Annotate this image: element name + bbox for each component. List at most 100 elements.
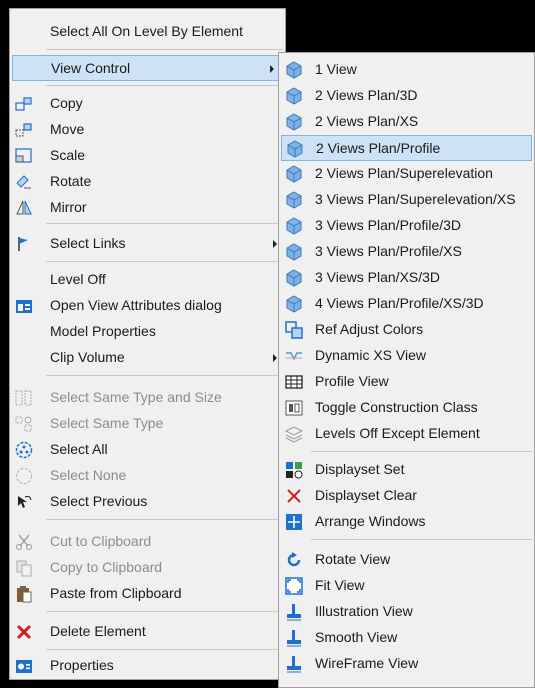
menu-item-label: Smooth View	[315, 629, 398, 645]
submenu-item-displayset-set[interactable]: Displayset Set	[279, 457, 534, 483]
submenu-item-4-views-plan-profile-xs-3d[interactable]: 4 Views Plan/Profile/XS/3D	[279, 291, 534, 317]
menu-item-level-off[interactable]: Level Off	[10, 267, 285, 293]
illustration-view-icon	[287, 604, 301, 621]
menu-item-cut-to-clipboard[interactable]: Cut to Clipboard	[10, 529, 285, 555]
menu-item-copy[interactable]: Copy	[10, 91, 285, 117]
menu-item-label: Clip Volume	[50, 349, 125, 365]
submenu-item-3-views-plan-profile-xs[interactable]: 3 Views Plan/Profile/XS	[279, 239, 534, 265]
menu-item-select-all-on-level[interactable]: Select All On Level By Element	[10, 19, 285, 45]
menu-separator	[46, 519, 283, 520]
menu-item-label: Profile View	[315, 373, 389, 389]
submenu-item-illustration-view[interactable]: Illustration View	[279, 599, 534, 625]
menu-item-label: 2 Views Plan/3D	[315, 87, 418, 103]
submenu-item-rotate-view[interactable]: Rotate View	[279, 547, 534, 573]
arrange-windows-icon	[286, 514, 302, 530]
menu-item-label: Paste from Clipboard	[50, 585, 182, 601]
submenu-item-levels-off-except-element[interactable]: Levels Off Except Element	[279, 421, 534, 447]
select-same-size-icon	[15, 390, 32, 406]
menu-item-select-all[interactable]: Select All	[10, 437, 285, 463]
menu-item-label: 2 Views Plan/Profile	[316, 140, 441, 156]
displayset-set-icon	[286, 462, 303, 479]
menu-item-label: Select Same Type	[50, 415, 164, 431]
menu-item-label: Move	[50, 121, 85, 137]
copy-clipboard-icon	[16, 560, 32, 577]
menu-item-label: 2 Views Plan/Superelevation	[315, 165, 493, 181]
submenu-item-2-views-plan-profile[interactable]: 2 Views Plan/Profile	[281, 135, 532, 161]
menu-item-label: Open View Attributes dialog	[50, 297, 222, 313]
submenu-item-toggle-construction-class[interactable]: Toggle Construction Class	[279, 395, 534, 421]
submenu-item-ref-adjust-colors[interactable]: Ref Adjust Colors	[279, 317, 534, 343]
menu-item-open-view-attributes[interactable]: Open View Attributes dialog	[10, 293, 285, 319]
submenu-item-3-views-plan-profile-3d[interactable]: 3 Views Plan/Profile/3D	[279, 213, 534, 239]
menu-item-select-same-type-size[interactable]: Select Same Type and Size	[10, 385, 285, 411]
submenu-item-2-views-plan-superelevation[interactable]: 2 Views Plan/Superelevation	[279, 161, 534, 187]
menu-item-label: Rotate	[50, 173, 92, 189]
submenu-item-3-views-plan-xs-3d[interactable]: 3 Views Plan/XS/3D	[279, 265, 534, 291]
construction-class-icon	[285, 400, 303, 416]
menu-item-label: 3 Views Plan/Profile/3D	[315, 217, 462, 233]
select-same-type-icon	[15, 416, 32, 432]
submenu-item-profile-view[interactable]: Profile View	[279, 369, 534, 395]
menu-item-label: 3 Views Plan/XS/3D	[315, 269, 441, 285]
menu-item-label: Displayset Clear	[315, 487, 417, 503]
menu-item-label: Rotate View	[315, 551, 391, 567]
menu-item-label: Select Previous	[50, 493, 148, 509]
cube-icon	[286, 87, 302, 105]
move-icon	[15, 123, 32, 137]
menu-item-label: Mirror	[50, 199, 87, 215]
submenu-item-wireframe-view[interactable]: WireFrame View	[279, 651, 534, 677]
menu-item-label: Cut to Clipboard	[50, 533, 152, 549]
rotate-icon	[16, 175, 31, 189]
menu-item-label: Select All	[50, 441, 108, 457]
menu-item-label: Fit View	[315, 577, 365, 593]
menu-item-move[interactable]: Move	[10, 117, 285, 143]
menu-item-paste-from-clipboard[interactable]: Paste from Clipboard	[10, 581, 285, 607]
menu-item-label: Properties	[50, 657, 114, 673]
profile-grid-icon	[285, 375, 303, 389]
menu-item-label: Ref Adjust Colors	[315, 321, 424, 337]
menu-item-clip-volume[interactable]: Clip Volume	[10, 345, 285, 371]
menu-item-view-control[interactable]: View Control	[12, 55, 283, 81]
menu-item-properties[interactable]: Properties	[10, 653, 285, 679]
menu-item-select-previous[interactable]: Select Previous	[10, 489, 285, 515]
submenu-item-arrange-windows[interactable]: Arrange Windows	[279, 509, 534, 535]
menu-item-delete-element[interactable]: Delete Element	[10, 619, 285, 645]
menu-separator	[46, 611, 283, 612]
cube-icon	[286, 243, 302, 261]
view-attributes-icon	[16, 300, 32, 313]
menu-separator	[46, 261, 283, 262]
submenu-item-dynamic-xs-view[interactable]: Dynamic XS View	[279, 343, 534, 369]
submenu-arrow-icon	[270, 65, 274, 73]
menu-item-label: 3 Views Plan/Superelevation/XS	[315, 191, 516, 207]
copy-icon	[15, 97, 32, 111]
cube-icon	[287, 140, 303, 158]
scale-icon	[15, 148, 32, 163]
submenu-item-displayset-clear[interactable]: Displayset Clear	[279, 483, 534, 509]
submenu-item-2-views-plan-3d[interactable]: 2 Views Plan/3D	[279, 83, 534, 109]
menu-item-select-links[interactable]: Select Links	[10, 231, 285, 257]
mirror-icon	[16, 200, 32, 215]
menu-item-label: Model Properties	[50, 323, 156, 339]
submenu-item-fit-view[interactable]: Fit View	[279, 573, 534, 599]
menu-item-label: Copy to Clipboard	[50, 559, 163, 575]
menu-separator	[311, 451, 532, 452]
menu-separator	[46, 85, 283, 86]
context-menu: Select All On Level By Element View Cont…	[9, 8, 286, 680]
menu-item-select-none[interactable]: Select None	[10, 463, 285, 489]
submenu-item-3-views-plan-superelevation-xs[interactable]: 3 Views Plan/Superelevation/XS	[279, 187, 534, 213]
menu-item-model-properties[interactable]: Model Properties	[10, 319, 285, 345]
submenu-item-1-view[interactable]: 1 View	[279, 57, 534, 83]
menu-item-mirror[interactable]: Mirror	[10, 195, 285, 221]
submenu-item-2-views-plan-xs[interactable]: 2 Views Plan/XS	[279, 109, 534, 135]
menu-item-copy-to-clipboard[interactable]: Copy to Clipboard	[10, 555, 285, 581]
menu-item-scale[interactable]: Scale	[10, 143, 285, 169]
submenu-arrow-icon	[273, 354, 277, 362]
submenu-item-smooth-view[interactable]: Smooth View	[279, 625, 534, 651]
menu-item-label: Dynamic XS View	[315, 347, 427, 363]
cube-icon	[286, 61, 302, 79]
menu-item-label: Displayset Set	[315, 461, 405, 477]
menu-item-label: Illustration View	[315, 603, 413, 619]
menu-item-label: 4 Views Plan/Profile/XS/3D	[315, 295, 484, 311]
menu-item-select-same-type[interactable]: Select Same Type	[10, 411, 285, 437]
menu-item-rotate[interactable]: Rotate	[10, 169, 285, 195]
